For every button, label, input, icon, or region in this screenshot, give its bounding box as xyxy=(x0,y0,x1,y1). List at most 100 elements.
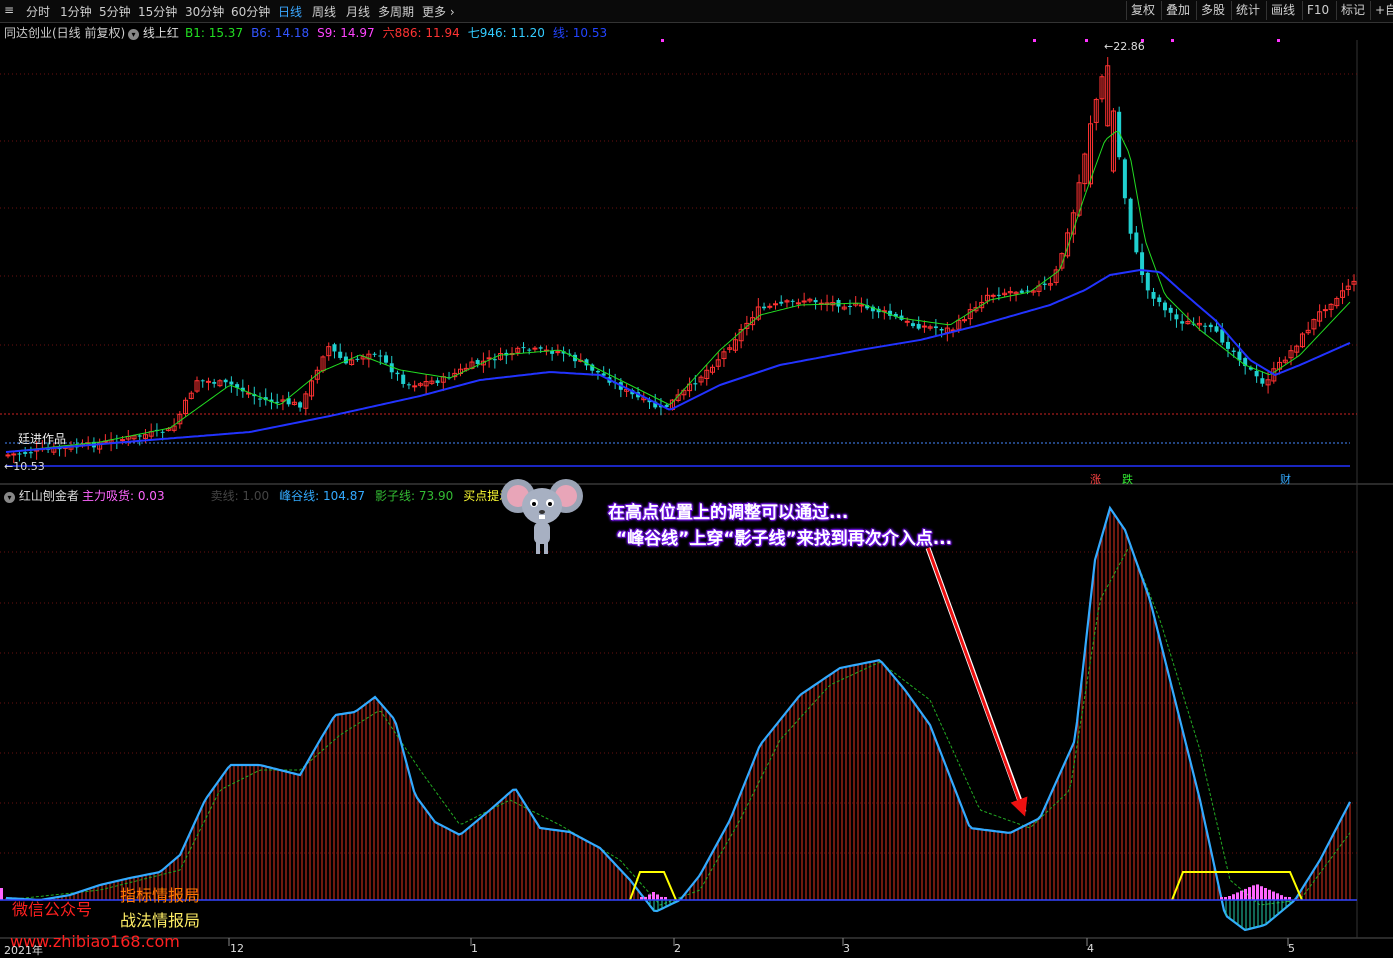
toolbar-button-4[interactable]: 画线 xyxy=(1266,1,1299,20)
accumulate-bar xyxy=(1236,892,1239,900)
candle-body xyxy=(1322,309,1328,312)
candle-body xyxy=(595,370,600,373)
candle-body xyxy=(205,380,211,383)
candle-body xyxy=(1214,326,1219,332)
toolbar-button-7[interactable]: +自 xyxy=(1370,1,1393,20)
accumulate-bar xyxy=(1244,888,1247,900)
annotation-line2: “峰谷线”上穿“影子线”来找到再次介入点... xyxy=(616,529,953,549)
candle-body xyxy=(435,380,440,383)
candle-body xyxy=(1042,283,1047,285)
candle-body xyxy=(1025,290,1030,292)
candle-body xyxy=(475,360,480,365)
period-tab-8[interactable]: 月线 xyxy=(346,3,370,20)
brand2-watermark: 战法情报局 xyxy=(120,911,201,930)
upper-legend-item: 线: 10.53 xyxy=(552,26,608,40)
period-tab-2[interactable]: 5分钟 xyxy=(99,3,131,20)
lower-legend-item: 峰谷线: 104.87 xyxy=(279,489,366,503)
low-price-value: 10.53 xyxy=(13,460,45,473)
candle-body xyxy=(521,347,526,349)
period-tab-0[interactable]: 分时 xyxy=(26,3,50,20)
lower-indicator-title[interactable]: ▾ 红山刨金者 xyxy=(4,487,79,504)
candle-body xyxy=(5,454,11,457)
author-label: 廷进作品 xyxy=(18,432,67,446)
candle-body xyxy=(28,452,33,454)
candle-body xyxy=(790,300,795,302)
signal-dot xyxy=(1085,39,1088,42)
upper-legend-item: 六886: 11.94 xyxy=(382,26,460,40)
candle-body xyxy=(137,435,142,437)
x-axis-month-1: 1 xyxy=(471,942,478,955)
signal-dot xyxy=(661,39,664,42)
candle-body xyxy=(933,326,938,329)
candle-body xyxy=(275,401,280,403)
toolbar-button-6[interactable]: 标记 xyxy=(1336,1,1369,20)
candle-body xyxy=(1168,307,1173,313)
candle-body xyxy=(779,301,784,304)
candle-body xyxy=(332,344,337,352)
period-tab-10[interactable]: 更多 › xyxy=(422,3,455,20)
wechat-watermark: 微信公众号 xyxy=(12,900,93,919)
accumulate-bar xyxy=(648,894,651,900)
lower-legend-values: 主力吸货: 0.03 卖线: 1.00 峰谷线: 104.87 影子线: 73.90 买… xyxy=(82,487,556,504)
candle-body xyxy=(1174,314,1179,320)
toolbar-button-0[interactable]: 复权 xyxy=(1126,1,1159,20)
candle-body xyxy=(1140,252,1145,276)
accumulate-bar xyxy=(1232,894,1235,900)
toolbar-button-1[interactable]: 叠加 xyxy=(1161,1,1194,20)
candle-body xyxy=(550,350,555,354)
period-tab-5[interactable]: 60分钟 xyxy=(231,3,270,20)
toolbar-button-2[interactable]: 多股 xyxy=(1196,1,1229,20)
annotation-line1: 在高点位置上的调整可以通过... xyxy=(608,503,849,523)
menu-icon[interactable]: ≡ xyxy=(4,3,14,17)
candle-body xyxy=(939,329,944,331)
flag-up[interactable]: 涨 xyxy=(1090,471,1101,487)
accumulate-bar xyxy=(656,894,659,900)
x-axis-year: 2021年 xyxy=(4,944,43,957)
period-toolbar: 分时 1分钟 5分钟 15分钟 30分钟 60分钟 日线 周线 月线 多周期 更多 › ≡ 复权 叠加 多股… xyxy=(0,0,1393,23)
candle-body xyxy=(486,357,492,360)
period-tab-9[interactable]: 多周期 xyxy=(378,3,414,20)
flag-down[interactable]: 跌 xyxy=(1122,471,1133,487)
low-price-label: ←10.53 xyxy=(4,460,45,473)
upper-legend-item: 七946: 11.20 xyxy=(467,26,545,40)
indicator-name[interactable]: ▾ 线上红 xyxy=(128,24,179,41)
period-tab-1[interactable]: 1分钟 xyxy=(60,3,92,20)
candle-body xyxy=(212,382,217,384)
candle-body xyxy=(355,358,360,360)
accumulate-bar xyxy=(0,888,3,900)
toolbar-button-5[interactable]: F10 xyxy=(1302,1,1333,20)
candle-body xyxy=(693,383,698,385)
candle-body xyxy=(1122,159,1127,199)
ma-fast-line xyxy=(5,130,1351,453)
flag-finance[interactable]: 财 xyxy=(1280,471,1291,487)
candle-body xyxy=(532,347,538,350)
accumulate-bar xyxy=(1256,884,1259,900)
candle-body xyxy=(384,355,389,363)
accumulate-bar xyxy=(1260,886,1263,900)
period-tab-4[interactable]: 30分钟 xyxy=(185,3,224,20)
period-tab-7[interactable]: 周线 xyxy=(312,3,336,20)
candle-body xyxy=(1128,198,1133,234)
accumulate-bar xyxy=(1264,888,1267,900)
candle-body xyxy=(338,351,343,358)
candle-body xyxy=(492,359,497,361)
dropdown-icon[interactable]: ▾ xyxy=(4,492,15,503)
candle-body xyxy=(1162,302,1167,311)
signal-dot xyxy=(1277,39,1280,42)
candle-body xyxy=(762,306,767,309)
brand1-watermark: 指标情报局 xyxy=(120,886,201,905)
period-tab-3[interactable]: 15分钟 xyxy=(138,3,177,20)
accumulate-bar xyxy=(1276,893,1279,900)
period-tab-6[interactable]: 日线 xyxy=(278,3,302,20)
candle-body xyxy=(996,294,1001,296)
candle-body xyxy=(1151,292,1156,299)
candle-body xyxy=(813,300,818,303)
candle-body xyxy=(1260,378,1265,384)
candle-body xyxy=(795,302,801,305)
candle-body xyxy=(990,294,996,297)
dropdown-icon[interactable]: ▾ xyxy=(128,29,139,40)
accumulate-bar xyxy=(1272,891,1275,900)
toolbar-button-3[interactable]: 统计 xyxy=(1231,1,1264,20)
upper-legend-item: B6: 14.18 xyxy=(251,26,310,40)
upper-legend-item: S9: 14.97 xyxy=(317,26,375,40)
